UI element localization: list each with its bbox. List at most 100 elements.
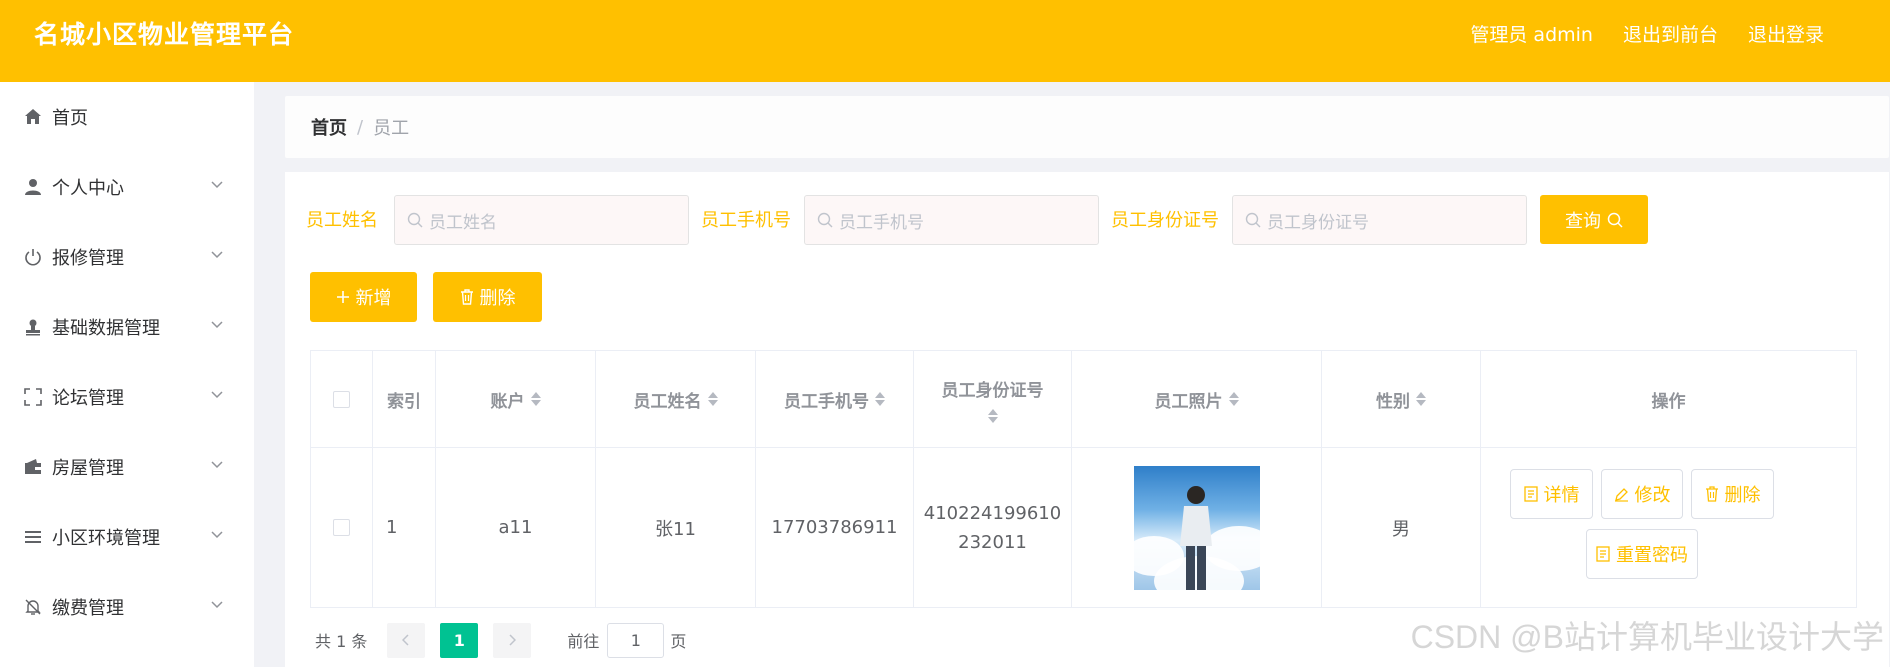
sidebar-item-label: 报修管理 — [52, 248, 124, 269]
search-phone-placeholder: 员工手机号 — [839, 212, 924, 233]
employee-photo[interactable] — [1133, 465, 1260, 590]
search-icon — [407, 212, 423, 228]
fullscreen-icon — [22, 386, 44, 408]
sidebar-item-label: 基础数据管理 — [52, 318, 160, 339]
column-header[interactable]: 员工身份证号 — [914, 351, 1072, 447]
delete-button-label: 删除 — [479, 288, 516, 309]
delete-button[interactable]: 删除 — [433, 272, 542, 322]
page-number-current[interactable]: 1 — [440, 622, 479, 658]
row-name: 张11 — [596, 448, 756, 607]
column-header[interactable]: 员工照片 — [1072, 351, 1322, 447]
admin-label: 管理员 admin — [1470, 23, 1593, 46]
add-button[interactable]: 新增 — [310, 272, 417, 322]
app-title: 名城小区物业管理平台 — [34, 20, 295, 49]
chevron-down-icon — [208, 386, 226, 404]
user-icon — [22, 176, 44, 198]
row-account: a11 — [436, 448, 596, 607]
search-name-placeholder: 员工姓名 — [429, 212, 497, 233]
sidebar-item-label: 首页 — [52, 108, 88, 129]
search-id-input[interactable]: 员工身份证号 — [1232, 195, 1527, 245]
sort-caret-icon[interactable] — [530, 392, 541, 406]
chevron-down-icon — [208, 596, 226, 614]
sidebar-item-home[interactable]: 首页 — [0, 82, 254, 152]
main-content: 首页 / 员工 员工姓名 员工姓名 员工手机号 员工手机号 员工身份证号 员工身… — [254, 82, 1890, 667]
document-icon — [1596, 546, 1610, 562]
column-header[interactable]: 账户 — [436, 351, 596, 447]
select-all-cell — [311, 351, 373, 447]
list-icon — [22, 526, 44, 548]
sidebar-item-label: 小区环境管理 — [52, 528, 160, 549]
row-gender: 男 — [1322, 448, 1481, 607]
filter-id-label: 员工身份证号 — [1111, 210, 1219, 231]
row-id-line2: 232011 — [958, 531, 1027, 553]
edit-button[interactable]: 修改 — [1601, 469, 1683, 519]
sidebar-item-personal[interactable]: 个人中心 — [0, 152, 254, 222]
add-button-label: 新增 — [355, 288, 392, 309]
chevron-down-icon — [208, 526, 226, 544]
sort-caret-icon[interactable] — [707, 392, 718, 406]
pagination-total: 共 1 条 — [315, 632, 368, 651]
header-actions: 管理员 admin 退出到前台 退出登录 — [1470, 20, 1824, 47]
chevron-down-icon — [208, 316, 226, 334]
chevron-down-icon — [208, 246, 226, 264]
employee-panel: 员工姓名 员工姓名 员工手机号 员工手机号 员工身份证号 员工身份证号 查询 新… — [285, 172, 1889, 667]
filter-phone-label: 员工手机号 — [701, 210, 791, 231]
sort-caret-icon[interactable] — [1228, 392, 1239, 406]
sidebar-item-housing[interactable]: 房屋管理 — [0, 432, 254, 502]
column-header[interactable]: 员工手机号 — [756, 351, 914, 447]
bell-off-icon — [22, 596, 44, 618]
row-operations: 详情 修改 删除 重置密码 — [1481, 448, 1856, 607]
row-index: 1 — [373, 448, 436, 607]
search-icon — [1607, 212, 1623, 228]
stamp-icon — [22, 316, 44, 338]
sidebar-item-label: 论坛管理 — [52, 388, 124, 409]
sidebar-item-repair[interactable]: 报修管理 — [0, 222, 254, 292]
detail-button[interactable]: 详情 — [1510, 469, 1593, 519]
sidebar-item-forum[interactable]: 论坛管理 — [0, 362, 254, 432]
query-button-label: 查询 — [1565, 210, 1601, 232]
sort-caret-icon[interactable] — [987, 408, 998, 423]
logout-link[interactable]: 退出登录 — [1748, 20, 1824, 47]
sidebar-item-basic-data[interactable]: 基础数据管理 — [0, 292, 254, 362]
goto-label: 前往 — [567, 632, 600, 651]
sidebar-item-payment[interactable]: 缴费管理 — [0, 572, 254, 642]
column-header: 索引 — [373, 351, 436, 447]
search-phone-input[interactable]: 员工手机号 — [804, 195, 1099, 245]
row-id-line1: 410224199610 — [923, 502, 1062, 524]
sidebar-item-label: 缴费管理 — [52, 598, 124, 619]
row-delete-button[interactable]: 删除 — [1691, 469, 1774, 519]
row-photo-cell — [1072, 448, 1322, 607]
sort-caret-icon[interactable] — [1416, 392, 1426, 406]
trash-icon — [460, 289, 474, 305]
filter-name-label: 员工姓名 — [306, 210, 378, 231]
sort-caret-icon[interactable] — [875, 392, 885, 406]
breadcrumb-home[interactable]: 首页 — [311, 114, 347, 140]
query-button[interactable]: 查询 — [1540, 195, 1648, 244]
next-page-button[interactable] — [493, 622, 532, 658]
back-to-front-link[interactable]: 退出到前台 — [1623, 20, 1718, 47]
breadcrumb-separator: / — [357, 116, 364, 138]
breadcrumb-current: 员工 — [373, 118, 410, 139]
prev-page-button[interactable] — [387, 622, 426, 658]
select-all-checkbox[interactable] — [333, 390, 350, 408]
row-checkbox[interactable] — [333, 519, 350, 536]
row-phone: 17703786911 — [756, 448, 914, 607]
search-name-input[interactable]: 员工姓名 — [394, 195, 689, 245]
column-header[interactable]: 性别 — [1322, 351, 1481, 447]
watermark: CSDN @B站计算机毕业设计大学 — [1410, 619, 1884, 655]
trash-icon — [1705, 486, 1719, 502]
sidebar: 首页 个人中心 报修管理 基础数据管理 论坛管理 房屋管理 小区环境管理 缴费管… — [0, 82, 254, 667]
wallet-icon — [22, 456, 44, 478]
column-header: 操作 — [1651, 391, 1686, 412]
reset-password-button[interactable]: 重置密码 — [1586, 529, 1698, 579]
row-id-number: 410224199610 232011 — [914, 448, 1072, 607]
chevron-down-icon — [208, 176, 226, 194]
edit-icon — [1614, 487, 1629, 502]
page-suffix: 页 — [670, 632, 687, 651]
plus-icon — [336, 290, 350, 304]
column-header[interactable]: 员工姓名 — [596, 351, 756, 447]
goto-page-input[interactable]: 1 — [607, 622, 665, 658]
breadcrumb: 首页 / 员工 — [285, 96, 1889, 158]
sidebar-item-label: 个人中心 — [52, 178, 124, 199]
sidebar-item-environment[interactable]: 小区环境管理 — [0, 502, 254, 572]
